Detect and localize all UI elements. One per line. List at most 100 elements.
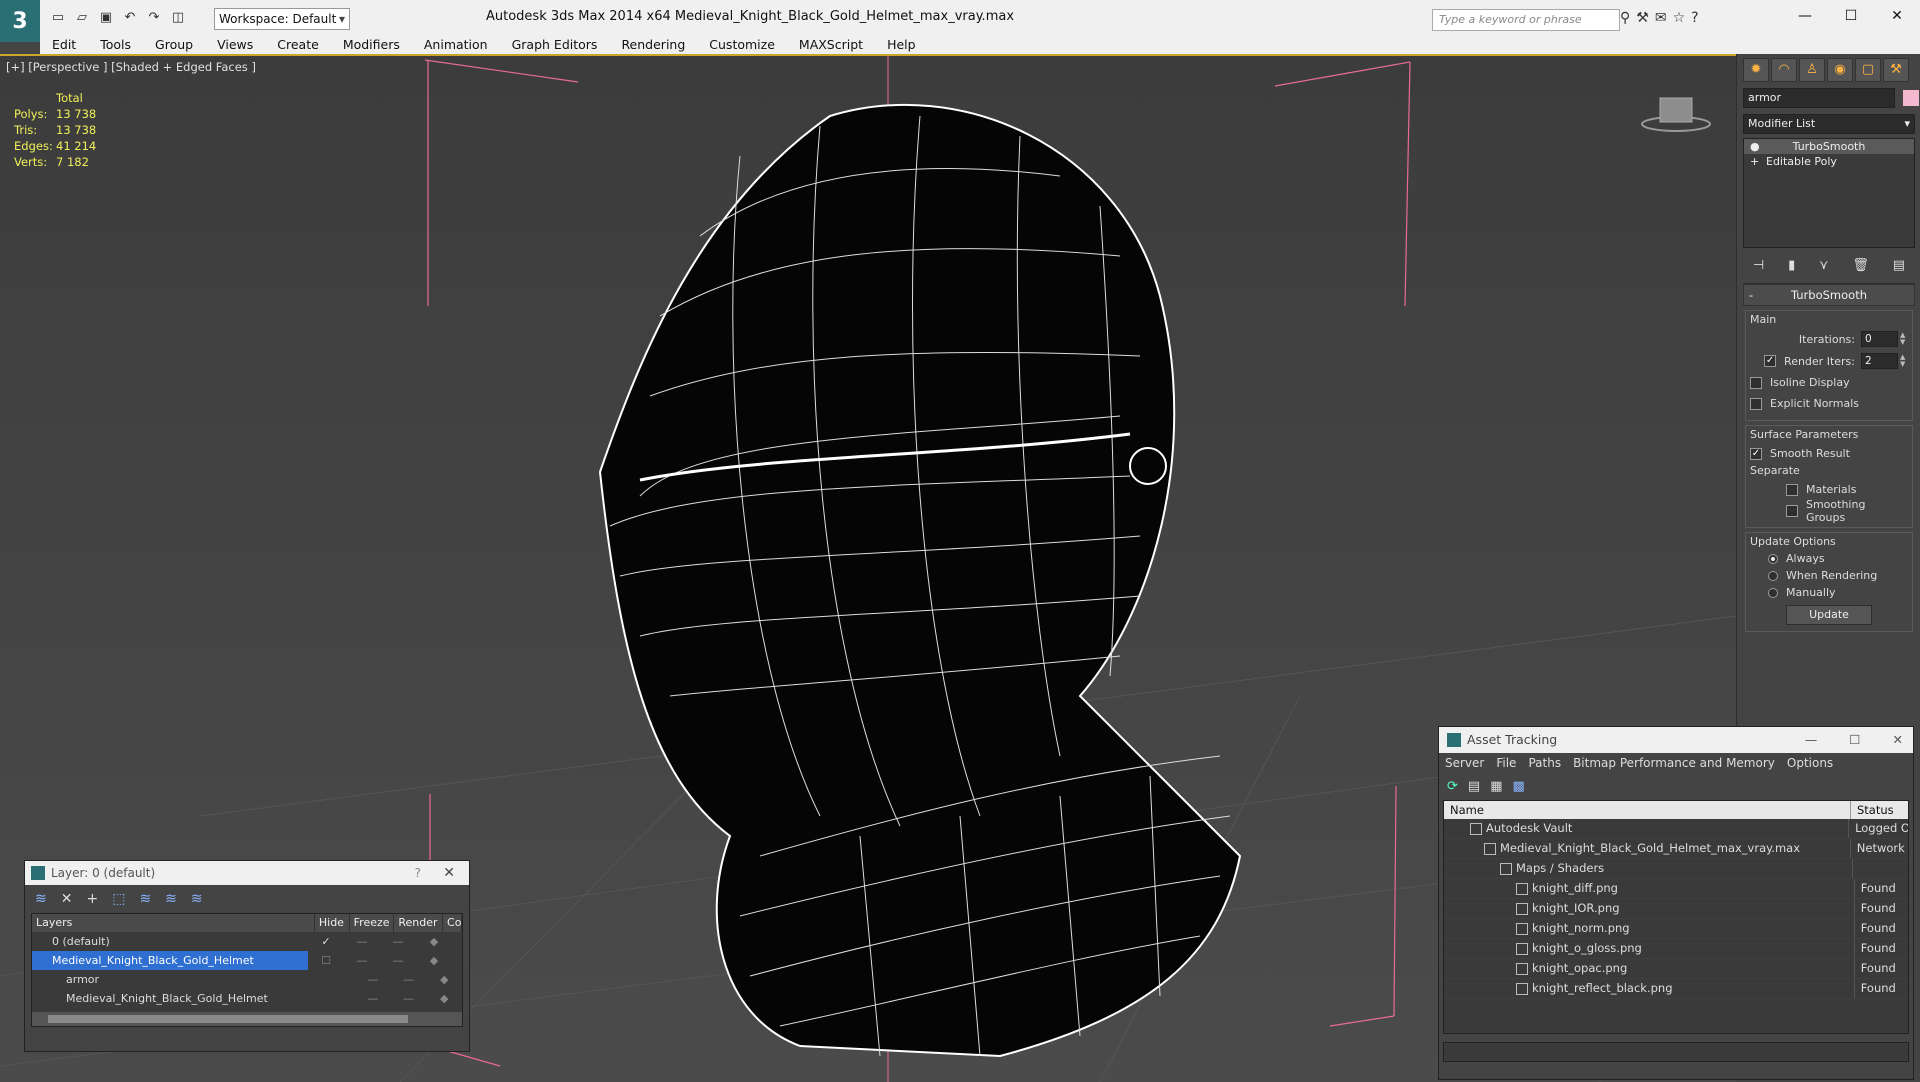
hide-toggle[interactable]: —: [355, 989, 391, 1008]
binoculars-icon[interactable]: ⚲: [1620, 10, 1630, 26]
menu-paths[interactable]: Paths: [1522, 753, 1567, 773]
explicit-normals-checkbox[interactable]: [1750, 397, 1762, 410]
minimize-icon[interactable]: —: [1782, 0, 1828, 32]
menu-help[interactable]: Help: [875, 37, 928, 52]
smooth-result-checkbox[interactable]: ✓: [1750, 447, 1762, 460]
highlight-layer-icon[interactable]: ≋: [139, 891, 151, 907]
menu-server[interactable]: Server: [1439, 753, 1490, 773]
close-icon[interactable]: ✕: [443, 861, 455, 885]
help-icon[interactable]: ?: [415, 861, 421, 885]
hide-all-layers-icon[interactable]: ≋: [165, 891, 177, 907]
render-toggle-icon[interactable]: ◆: [426, 970, 462, 989]
stack-item-turbosmooth[interactable]: ● TurboSmooth: [1744, 139, 1914, 154]
scrollbar-thumb[interactable]: [48, 1015, 408, 1023]
lightbulb-icon[interactable]: ●: [1750, 139, 1760, 154]
column-header[interactable]: Name: [1444, 801, 1851, 819]
menu-group[interactable]: Group: [143, 37, 205, 52]
modify-tab-icon[interactable]: ◠: [1771, 58, 1797, 82]
make-unique-icon[interactable]: ⋎: [1819, 258, 1829, 273]
thumbnail-view-icon[interactable]: ▦: [1490, 779, 1502, 794]
delete-layer-icon[interactable]: ✕: [61, 891, 73, 907]
column-header[interactable]: Render: [394, 914, 444, 932]
close-icon[interactable]: ✕: [1874, 0, 1920, 32]
menu-bitmap-performance[interactable]: Bitmap Performance and Memory: [1567, 753, 1781, 773]
column-header[interactable]: Co: [443, 914, 463, 932]
favorites-star-icon[interactable]: ☆: [1673, 10, 1686, 26]
create-tab-icon[interactable]: ✹: [1743, 58, 1769, 82]
modifier-list-dropdown[interactable]: Modifier List: [1743, 114, 1915, 134]
minimize-icon[interactable]: —: [1805, 727, 1818, 753]
freeze-toggle[interactable]: —: [391, 970, 427, 989]
layer-row[interactable]: armor — — ◆: [32, 970, 462, 989]
column-header[interactable]: Hide: [315, 914, 350, 932]
column-header[interactable]: Freeze: [350, 914, 395, 932]
asset-row[interactable]: knight_opac.png Found: [1444, 959, 1908, 979]
active-layer-checkbox[interactable]: ☐: [308, 951, 344, 970]
asset-row[interactable]: knight_IOR.png Found: [1444, 899, 1908, 919]
display-tab-icon[interactable]: ▢: [1855, 58, 1881, 82]
configure-modifier-sets-icon[interactable]: ▤: [1893, 258, 1905, 273]
column-header[interactable]: Layers: [32, 914, 315, 932]
manually-radio[interactable]: [1768, 587, 1778, 598]
render-iters-spinner[interactable]: 2: [1861, 353, 1898, 369]
hierarchy-tab-icon[interactable]: ♙: [1799, 58, 1825, 82]
asset-row[interactable]: knight_o_gloss.png Found: [1444, 939, 1908, 959]
maximize-icon[interactable]: ☐: [1828, 0, 1874, 32]
render-iters-checkbox[interactable]: ✓: [1764, 355, 1777, 367]
menu-views[interactable]: Views: [205, 37, 265, 52]
hide-toggle[interactable]: —: [355, 970, 391, 989]
close-icon[interactable]: ✕: [1893, 727, 1903, 753]
hide-toggle[interactable]: —: [344, 951, 380, 970]
table-view-icon[interactable]: ▩: [1513, 779, 1525, 794]
asset-window-titlebar[interactable]: Asset Tracking — ☐ ✕: [1439, 727, 1913, 753]
menu-tools[interactable]: Tools: [88, 37, 143, 52]
select-objects-icon[interactable]: ⬚: [112, 891, 125, 907]
search-input[interactable]: Type a keyword or phrase: [1432, 9, 1620, 31]
object-name-field[interactable]: armor: [1743, 88, 1895, 108]
materials-checkbox[interactable]: [1786, 483, 1798, 496]
stack-item-editable-poly[interactable]: + Editable Poly: [1744, 154, 1914, 169]
menu-create[interactable]: Create: [265, 37, 331, 52]
viewport-label[interactable]: [+] [Perspective ] [Shaded + Edged Faces…: [6, 60, 256, 74]
menu-maxscript[interactable]: MAXScript: [787, 37, 875, 52]
rollout-title[interactable]: TurboSmooth: [1743, 284, 1915, 306]
asset-row[interactable]: knight_diff.png Found: [1444, 879, 1908, 899]
add-to-layer-icon[interactable]: +: [86, 891, 98, 907]
utilities-tab-icon[interactable]: ⚒: [1883, 58, 1909, 82]
always-radio[interactable]: [1768, 553, 1778, 564]
menu-modifiers[interactable]: Modifiers: [331, 37, 412, 52]
render-toggle-icon[interactable]: ◆: [416, 951, 452, 970]
spinner-arrows-icon[interactable]: ▲ ▼: [1900, 332, 1908, 346]
menu-edit[interactable]: Edit: [40, 37, 88, 52]
communication-icon[interactable]: ✉: [1655, 10, 1667, 26]
expand-icon[interactable]: +: [1750, 154, 1759, 169]
asset-row[interactable]: knight_reflect_black.png Found: [1444, 979, 1908, 999]
menu-graph-editors[interactable]: Graph Editors: [500, 37, 610, 52]
layer-row[interactable]: Medieval_Knight_Black_Gold_Helmet — — ◆: [32, 989, 462, 1008]
asset-row[interactable]: Medieval_Knight_Black_Gold_Helmet_max_vr…: [1444, 839, 1908, 859]
asset-row[interactable]: knight_norm.png Found: [1444, 919, 1908, 939]
asset-row[interactable]: Autodesk Vault Logged O: [1444, 819, 1908, 839]
isoline-display-checkbox[interactable]: [1750, 376, 1762, 389]
viewcube-icon[interactable]: [1640, 94, 1712, 134]
layer-window-titlebar[interactable]: Layer: 0 (default) ? ✕: [25, 861, 469, 885]
list-view-icon[interactable]: ▤: [1468, 779, 1480, 794]
layer-row[interactable]: 0 (default) ✓ — — ◆: [32, 932, 462, 951]
when-rendering-radio[interactable]: [1768, 570, 1778, 581]
smoothing-groups-checkbox[interactable]: [1786, 504, 1798, 517]
freeze-toggle[interactable]: —: [380, 951, 416, 970]
motion-tab-icon[interactable]: ◉: [1827, 58, 1853, 82]
menu-options[interactable]: Options: [1781, 753, 1839, 773]
update-button[interactable]: Update: [1786, 605, 1872, 625]
menu-rendering[interactable]: Rendering: [609, 37, 697, 52]
freeze-all-layers-icon[interactable]: ≋: [191, 891, 203, 907]
iterations-spinner[interactable]: 0: [1861, 331, 1898, 347]
object-color-swatch[interactable]: [1903, 89, 1919, 106]
refresh-icon[interactable]: ⟳: [1447, 779, 1458, 794]
menu-customize[interactable]: Customize: [697, 37, 787, 52]
pin-stack-icon[interactable]: ⊣: [1753, 258, 1764, 273]
subscription-icon[interactable]: ⚒: [1636, 10, 1649, 26]
menu-animation[interactable]: Animation: [412, 37, 500, 52]
active-layer-check[interactable]: ✓: [308, 932, 344, 951]
help-icon[interactable]: ?: [1691, 10, 1698, 26]
